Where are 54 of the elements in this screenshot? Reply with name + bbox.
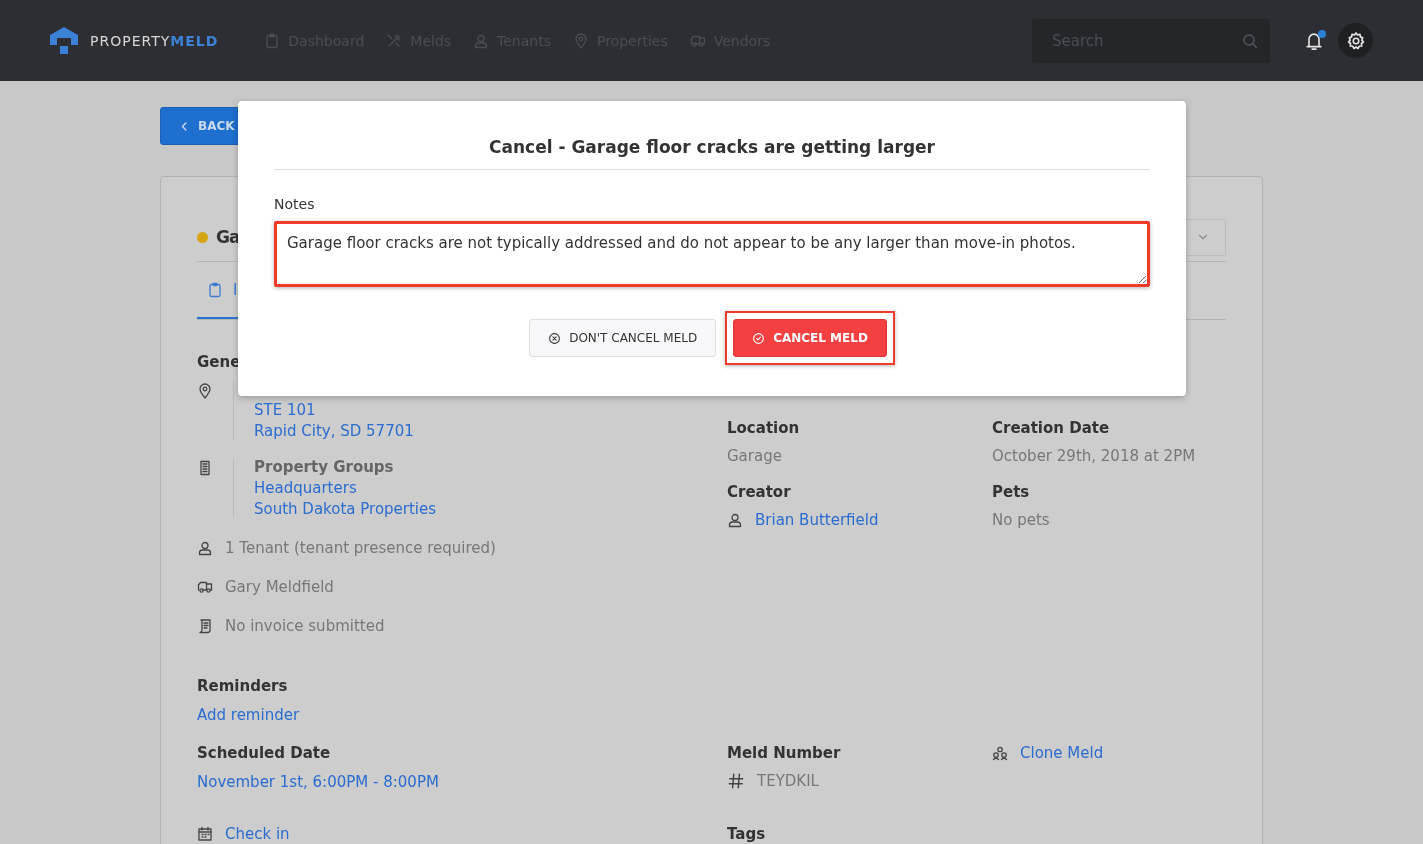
clipboard-icon <box>264 32 281 49</box>
invoice-status: No invoice submitted <box>225 617 385 635</box>
check-in-link[interactable]: Check in <box>225 825 290 843</box>
logo-icon <box>50 27 78 54</box>
field-label: Location <box>727 419 801 437</box>
users-icon <box>992 745 1008 761</box>
add-reminder-link[interactable]: Add reminder <box>197 706 300 724</box>
notes-field[interactable]: Garage floor cracks are not typically addressed and do not appear to be any larger than move-in photos. <box>274 221 1150 287</box>
calendar-icon <box>197 826 213 842</box>
check-circle-icon <box>752 331 766 345</box>
field-label: Meld Number <box>727 744 842 762</box>
property-group-link[interactable]: South Dakota Properties <box>254 500 437 518</box>
bell-icon <box>1304 30 1324 51</box>
field-label: Pets <box>992 483 1031 501</box>
field-label: Creator <box>727 483 792 501</box>
pin-icon <box>573 32 589 49</box>
property-group-link[interactable]: Headquarters <box>254 479 437 497</box>
vendor-name: Gary Meldfield <box>225 578 334 596</box>
property-groups-label: Property Groups <box>254 458 395 476</box>
person-icon <box>727 512 743 528</box>
building-icon <box>197 460 213 476</box>
field-value: October 29th, 2018 at 2PM <box>992 447 1197 465</box>
settings-icon <box>1345 30 1366 51</box>
address-link[interactable]: Rapid City, SD 57701 <box>254 422 414 440</box>
clipboard-icon <box>207 282 223 298</box>
field-label: Scheduled Date <box>197 744 332 762</box>
scheduled-date-link[interactable]: November 1st, 6:00PM - 8:00PM <box>197 773 439 791</box>
tools-icon <box>386 32 403 49</box>
tenant-info: 1 Tenant (tenant presence required) <box>225 539 496 557</box>
status-dot <box>197 231 208 243</box>
clone-meld-link[interactable]: Clone Meld <box>1020 744 1104 762</box>
hash-icon <box>727 772 745 790</box>
pin-icon <box>197 383 213 399</box>
reminders-label: Reminders <box>197 677 289 695</box>
notes-label: Notes <box>274 196 316 212</box>
creator-link[interactable]: Brian Butterfield <box>755 511 879 529</box>
section-heading: Gene <box>197 353 242 371</box>
keep-meld-button[interactable]: DON'T CANCEL MELD <box>529 319 717 357</box>
field-value: Garage <box>727 447 783 465</box>
cancel-meld-button[interactable]: CANCEL MELD <box>733 319 887 357</box>
receipt-icon <box>197 618 213 634</box>
address-link[interactable]: STE 101 <box>254 401 414 419</box>
truck-icon <box>197 579 213 595</box>
field-label: Creation Date <box>992 419 1111 437</box>
search-icon <box>1242 32 1258 49</box>
tags-label: Tags <box>727 825 767 843</box>
meld-number: TEYDKIL <box>757 772 819 790</box>
field-value: No pets <box>992 511 1051 529</box>
person-icon <box>197 540 213 556</box>
person-icon <box>473 32 490 49</box>
logo-text[interactable]: PROPERTYMELD <box>90 32 219 49</box>
close-circle-icon <box>548 331 562 345</box>
settings-button[interactable] <box>1338 23 1373 58</box>
dialog-title: Cancel - Garage floor cracks are getting larger <box>274 101 1150 170</box>
